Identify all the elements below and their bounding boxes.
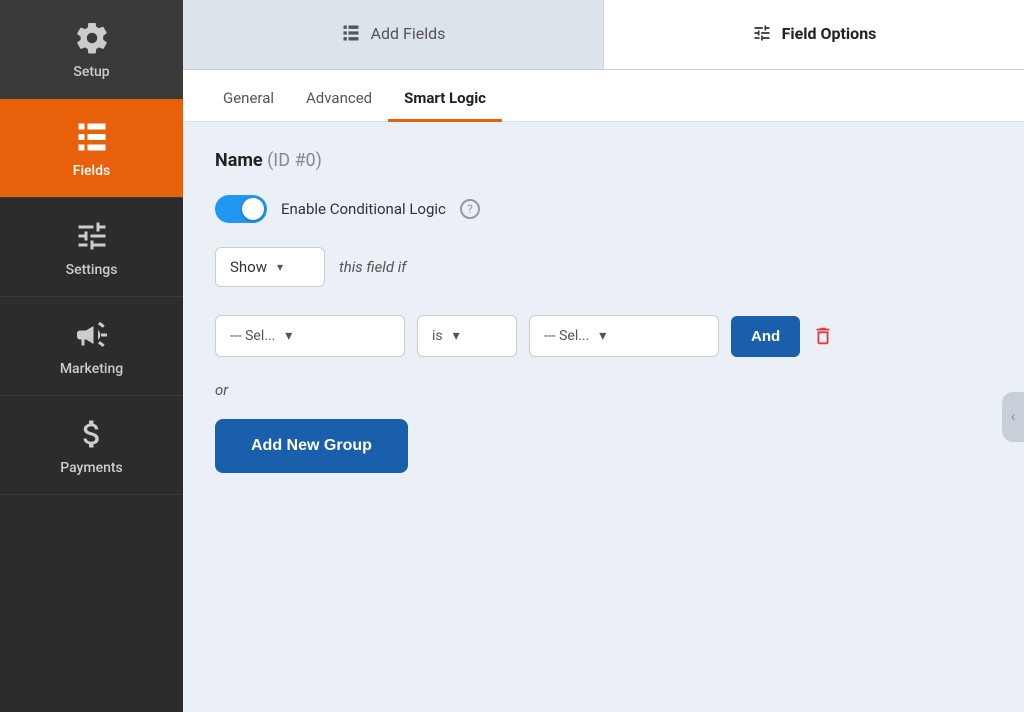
gear-icon (72, 18, 112, 58)
sidebar-item-payments[interactable]: Payments (0, 396, 183, 495)
sidebar-item-settings[interactable]: Settings (0, 198, 183, 297)
trash-icon (812, 325, 834, 347)
value-select-value: --- Sel... (544, 328, 589, 344)
chevron-down-icon: ▾ (277, 260, 283, 274)
top-tabs: Add Fields Field Options (183, 0, 1024, 70)
or-text: or (215, 381, 992, 399)
tab-field-options-label: Field Options (782, 24, 877, 43)
sidebar-setup-label: Setup (73, 64, 109, 80)
field-select-chevron-icon: ▾ (285, 328, 292, 344)
megaphone-icon (72, 315, 112, 355)
value-select-dropdown[interactable]: --- Sel... ▾ (529, 315, 719, 357)
field-id: (ID #0) (267, 150, 322, 171)
content-wrapper: Name (ID #0) Enable Conditional Logic ? … (183, 122, 1024, 712)
add-fields-icon (341, 23, 361, 43)
delete-condition-button[interactable] (812, 325, 834, 347)
show-dropdown[interactable]: Show ▾ (215, 247, 325, 287)
conditional-logic-toggle[interactable] (215, 195, 267, 223)
tab-field-options[interactable]: Field Options (604, 0, 1024, 69)
field-options-icon (752, 23, 772, 43)
this-field-text: this field if (339, 258, 406, 276)
operator-select-value: is (432, 328, 443, 344)
field-title: Name (ID #0) (215, 150, 992, 171)
content-area: Name (ID #0) Enable Conditional Logic ? … (183, 122, 1024, 712)
toggle-row: Enable Conditional Logic ? (215, 195, 992, 223)
value-chevron-icon: ▾ (599, 328, 606, 344)
dollar-icon (72, 414, 112, 454)
sub-tab-general[interactable]: General (207, 77, 290, 122)
sub-tabs: General Advanced Smart Logic (183, 70, 1024, 122)
sidebar: Setup Fields Settings Marketing (0, 0, 183, 712)
sidebar-item-fields[interactable]: Fields (0, 99, 183, 198)
condition-row: --- Sel... ▾ is ▾ --- Sel... ▾ And (215, 315, 992, 357)
toggle-thumb (242, 198, 264, 220)
main-content: Add Fields Field Options General Advance… (183, 0, 1024, 712)
scroll-handle[interactable]: ‹ (1002, 392, 1024, 442)
sliders-icon (72, 216, 112, 256)
and-button[interactable]: And (731, 316, 800, 357)
sidebar-item-marketing[interactable]: Marketing (0, 297, 183, 396)
show-row: Show ▾ this field if (215, 247, 992, 287)
sidebar-marketing-label: Marketing (60, 361, 123, 377)
scroll-chevron-icon: ‹ (1011, 409, 1015, 425)
tab-add-fields-label: Add Fields (371, 24, 446, 43)
sidebar-fields-label: Fields (73, 163, 110, 179)
show-dropdown-value: Show (230, 258, 267, 276)
fields-icon (72, 117, 112, 157)
add-new-group-button[interactable]: Add New Group (215, 419, 408, 473)
field-select-dropdown[interactable]: --- Sel... ▾ (215, 315, 405, 357)
tab-add-fields[interactable]: Add Fields (183, 0, 604, 69)
help-icon[interactable]: ? (460, 199, 480, 219)
sub-tab-smart-logic[interactable]: Smart Logic (388, 77, 502, 122)
toggle-label: Enable Conditional Logic (281, 200, 446, 218)
operator-select-dropdown[interactable]: is ▾ (417, 315, 517, 357)
sidebar-payments-label: Payments (60, 460, 123, 476)
field-select-value: --- Sel... (230, 328, 275, 344)
operator-chevron-icon: ▾ (453, 328, 460, 344)
sidebar-settings-label: Settings (66, 262, 118, 278)
sidebar-item-setup[interactable]: Setup (0, 0, 183, 99)
sub-tab-advanced[interactable]: Advanced (290, 77, 388, 122)
